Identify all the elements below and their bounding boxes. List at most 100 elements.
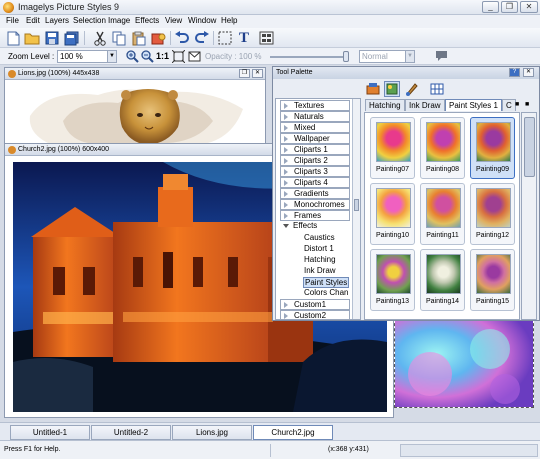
menu-edit[interactable]: Edit (26, 16, 40, 25)
category-cliparts-3[interactable]: Cliparts 3 (280, 166, 350, 177)
opacity-slider-handle[interactable] (343, 51, 349, 62)
thumbnail-image (476, 188, 511, 228)
category-frames[interactable]: Frames (280, 210, 350, 221)
chevron-down-icon: ▼ (405, 51, 414, 62)
thumbnail-painting13[interactable]: Painting13 (370, 249, 415, 311)
comment-icon[interactable] (433, 48, 449, 64)
redo-icon[interactable] (194, 30, 210, 46)
image-gallery-icon[interactable] (384, 81, 400, 97)
cut-icon[interactable] (92, 30, 108, 46)
fit-window-icon[interactable] (170, 48, 186, 64)
brush-icon[interactable] (404, 81, 420, 97)
save-icon[interactable] (44, 30, 60, 46)
menu-file[interactable]: File (6, 16, 19, 25)
thumbnail-painting09[interactable]: Painting09 (470, 117, 515, 179)
document-window-abstract[interactable] (394, 318, 534, 408)
paint-tube-icon[interactable] (365, 81, 381, 97)
text-tool-icon[interactable]: T (236, 30, 252, 46)
palette-help-button[interactable]: ? (509, 68, 520, 77)
copy-icon[interactable] (111, 30, 127, 46)
document-icon (8, 70, 16, 78)
new-document-icon[interactable] (5, 30, 21, 46)
blend-mode-combo[interactable]: Normal▼ (359, 50, 415, 63)
menu-window[interactable]: Window (188, 16, 216, 25)
doc-close-button[interactable]: ✕ (252, 69, 263, 78)
category-effects[interactable]: Effects (280, 221, 350, 232)
zoom-level-combo[interactable]: 100 %▼ (57, 50, 117, 63)
tab-hatching[interactable]: Hatching (365, 99, 405, 111)
category-wallpaper[interactable]: Wallpaper (280, 133, 350, 144)
tab-untitled-1[interactable]: Untitled-1 (10, 425, 90, 440)
menu-view[interactable]: View (165, 16, 182, 25)
category-naturals[interactable]: Naturals (280, 111, 350, 122)
thumbnail-label: Painting09 (471, 166, 514, 173)
zoom-out-icon[interactable] (139, 48, 155, 64)
open-folder-icon[interactable] (24, 30, 40, 46)
effects-item-hatching[interactable]: Hatching (303, 255, 337, 266)
effects-item-distort-1[interactable]: Distort 1 (303, 244, 335, 255)
category-textures[interactable]: Textures (280, 100, 350, 111)
menu-image[interactable]: Image (108, 16, 130, 25)
thumbnail-painting10[interactable]: Painting10 (370, 183, 415, 245)
category-mixed[interactable]: Mixed (280, 122, 350, 133)
scrollbar-thumb[interactable] (524, 117, 535, 177)
minimize-button[interactable]: _ (482, 1, 499, 13)
zoom-level-value: 100 % (60, 52, 83, 61)
thumbnail-image (426, 122, 461, 162)
tab-scroll-right-icon[interactable]: ■ (525, 100, 533, 110)
expand-icon (284, 114, 288, 120)
category-cliparts-1[interactable]: Cliparts 1 (280, 144, 350, 155)
tab-ink-draw[interactable]: Ink Draw (405, 99, 445, 111)
tree-scrollbar[interactable] (352, 99, 360, 319)
status-help-text: Press F1 for Help. (4, 446, 60, 453)
category-cliparts-2[interactable]: Cliparts 2 (280, 155, 350, 166)
effects-item-paint-styles[interactable]: Paint Styles (303, 277, 349, 288)
menu-help[interactable]: Help (221, 16, 237, 25)
menu-layers[interactable]: Layers (45, 16, 69, 25)
thumbnail-scrollbar[interactable] (521, 112, 537, 320)
document-window-lions[interactable]: Lions.jpg (100%) 445x438 ❐ ✕ (4, 67, 266, 147)
category-gradients[interactable]: Gradients (280, 188, 350, 199)
zoom-in-icon[interactable] (124, 48, 140, 64)
status-divider (270, 444, 271, 457)
undo-icon[interactable] (174, 30, 190, 46)
category-label: Custom1 (294, 300, 326, 309)
thumbnail-painting11[interactable]: Painting11 (420, 183, 465, 245)
tab-more[interactable]: C (502, 99, 516, 111)
selection-tool-icon[interactable] (217, 30, 233, 46)
paste-special-icon[interactable] (150, 30, 166, 46)
thumbnail-painting07[interactable]: Painting07 (370, 117, 415, 179)
menu-selection[interactable]: Selection (73, 16, 106, 25)
paste-icon[interactable] (130, 30, 146, 46)
save-all-icon[interactable] (63, 30, 79, 46)
category-label: Gradients (294, 189, 329, 198)
opacity-slider-track[interactable] (270, 56, 344, 58)
palette-close-button[interactable]: ✕ (523, 68, 534, 77)
scrollbar-thumb[interactable] (354, 199, 359, 211)
tab-lions[interactable]: Lions.jpg (172, 425, 252, 440)
thumbnail-painting08[interactable]: Painting08 (420, 117, 465, 179)
expand-icon (284, 180, 288, 186)
actual-size-button[interactable]: 1:1 (156, 51, 169, 61)
effects-item-ink-draw[interactable]: Ink Draw (303, 266, 337, 277)
thumbnail-painting12[interactable]: Painting12 (470, 183, 515, 245)
effects-item-colors-chan[interactable]: Colors Chan (303, 288, 349, 299)
category-cliparts-4[interactable]: Cliparts 4 (280, 177, 350, 188)
menu-effects[interactable]: Effects (135, 16, 159, 25)
envelope-icon[interactable] (186, 48, 202, 64)
tab-scroll-left-icon[interactable]: ■ (515, 100, 523, 110)
grid-view-icon[interactable] (429, 81, 445, 97)
restore-button[interactable]: ❐ (501, 1, 518, 13)
tab-untitled-2[interactable]: Untitled-2 (91, 425, 171, 440)
close-button[interactable]: ✕ (520, 1, 538, 13)
tab-church2[interactable]: Church2.jpg (253, 425, 333, 440)
thumbnail-painting14[interactable]: Painting14 (420, 249, 465, 311)
category-custom2[interactable]: Custom2 (280, 310, 350, 320)
thumbnail-painting15[interactable]: Painting15 (470, 249, 515, 311)
effects-item-caustics[interactable]: Caustics (303, 233, 336, 244)
category-custom1[interactable]: Custom1 (280, 299, 350, 310)
category-monochromes[interactable]: Monochromes (280, 199, 350, 210)
tab-paint-styles-1[interactable]: Paint Styles 1 (445, 99, 502, 111)
doc-restore-button[interactable]: ❐ (239, 69, 250, 78)
layout-icon[interactable] (258, 30, 274, 46)
